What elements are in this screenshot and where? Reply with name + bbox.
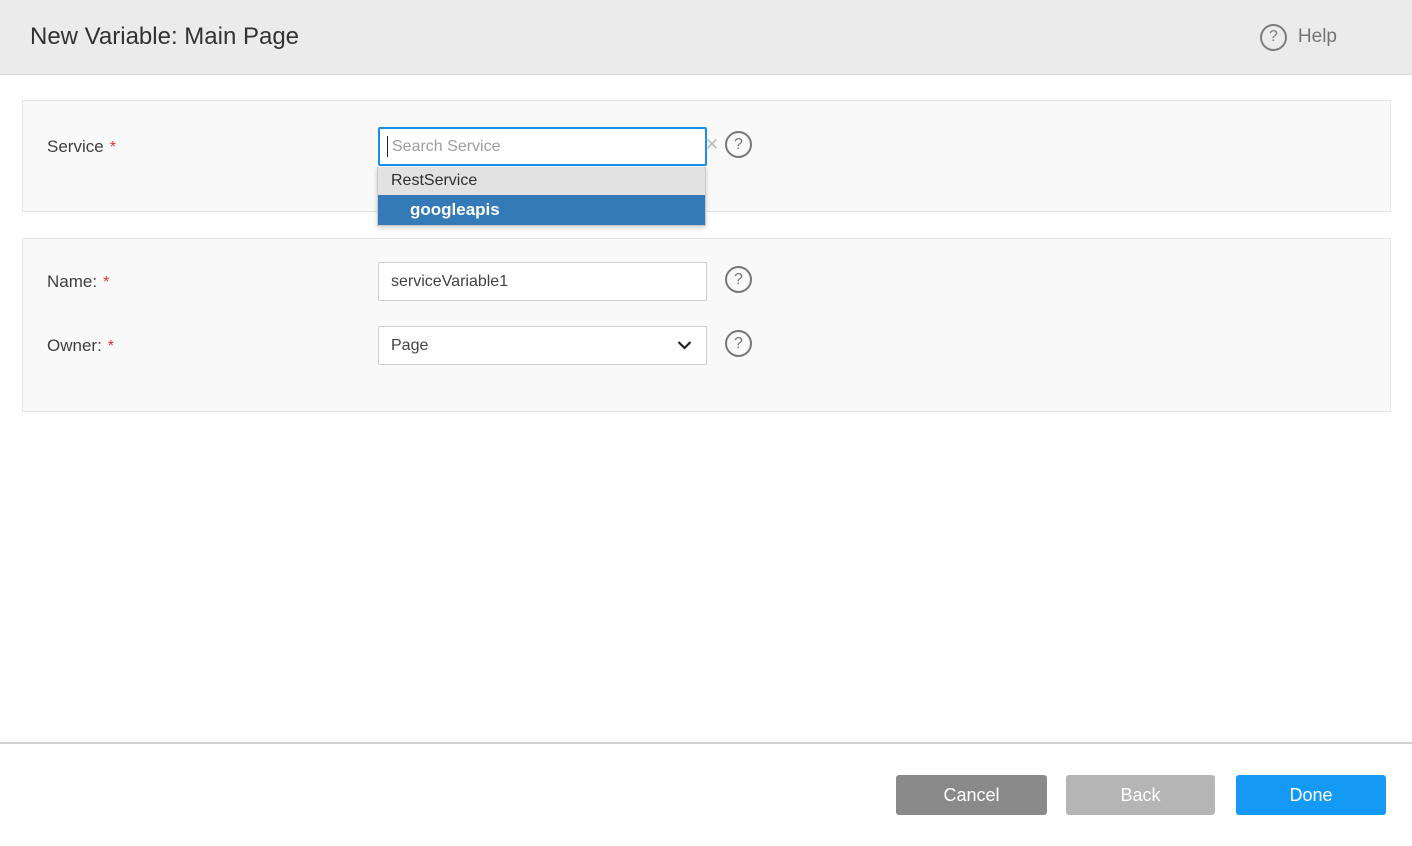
dropdown-group-header: RestService [378, 167, 705, 195]
clear-search-icon[interactable]: ✕ [704, 137, 720, 153]
required-asterisk: * [103, 274, 109, 291]
text-cursor [387, 136, 388, 157]
page-title: New Variable: Main Page [30, 23, 299, 51]
help-button[interactable]: ? Help [1260, 24, 1337, 51]
service-help-button[interactable]: ? [725, 131, 752, 158]
new-variable-dialog: New Variable: Main Page ? Help Service* … [0, 0, 1412, 846]
back-button[interactable]: Back [1066, 775, 1215, 815]
owner-help-button[interactable]: ? [725, 330, 752, 357]
service-label: Service* [47, 127, 116, 167]
service-panel: Service* ✕ ? [22, 100, 1391, 212]
service-suggestions-dropdown: RestService googleapis [377, 167, 706, 226]
done-button[interactable]: Done [1236, 775, 1386, 815]
owner-selected-value: Page [391, 337, 677, 355]
name-label: Name:* [47, 262, 109, 302]
help-label[interactable]: Help [1298, 26, 1337, 48]
help-circle-icon[interactable]: ? [725, 266, 752, 293]
name-input[interactable] [378, 262, 707, 301]
required-asterisk: * [110, 139, 116, 156]
owner-select[interactable]: Page [378, 326, 707, 365]
help-circle-icon[interactable]: ? [1260, 24, 1287, 51]
service-search-input[interactable] [378, 127, 707, 166]
owner-label: Owner:* [47, 326, 114, 366]
footer-divider [0, 742, 1412, 744]
dialog-header: New Variable: Main Page ? Help [0, 0, 1412, 75]
details-panel: Name:* ? Owner:* Page ? [22, 238, 1391, 412]
name-help-button[interactable]: ? [725, 266, 752, 293]
dropdown-option-googleapis[interactable]: googleapis [378, 195, 705, 225]
help-circle-icon[interactable]: ? [725, 330, 752, 357]
required-asterisk: * [108, 338, 114, 355]
help-circle-icon[interactable]: ? [725, 131, 752, 158]
cancel-button[interactable]: Cancel [896, 775, 1047, 815]
chevron-down-icon [677, 341, 692, 350]
